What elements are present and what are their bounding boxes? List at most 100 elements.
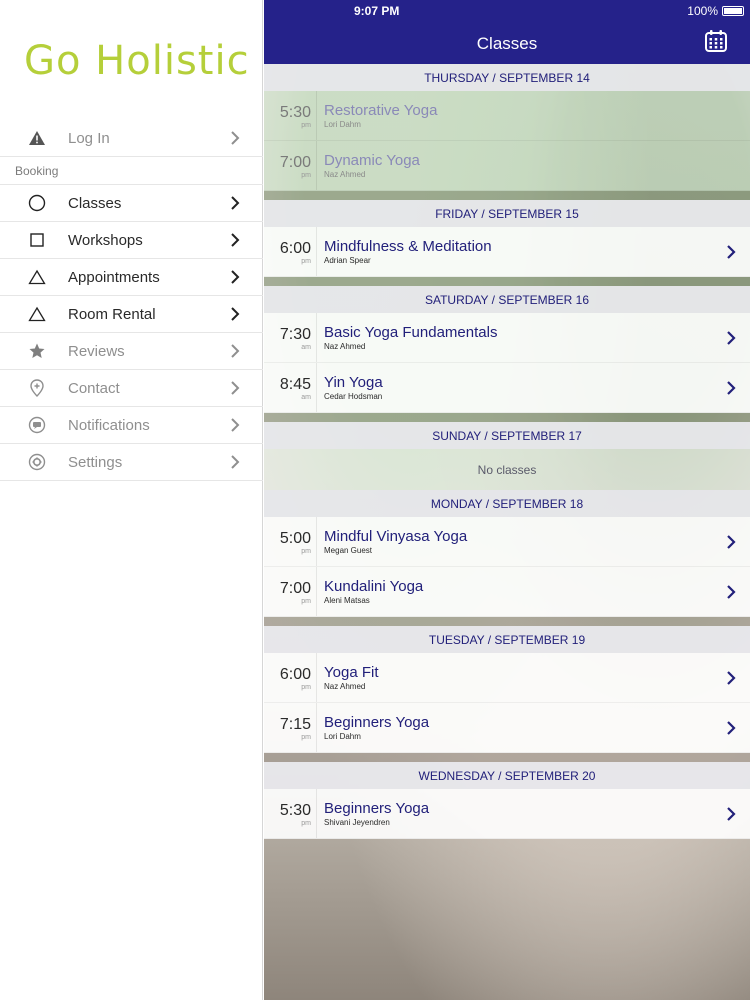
instructor-name: Shivani Jeyendren — [324, 818, 390, 827]
sidebar-item-room-rental[interactable]: Room Rental — [0, 296, 263, 333]
battery-status: 100% — [687, 4, 744, 18]
divider — [264, 413, 750, 422]
sidebar-item-label: Notifications — [68, 416, 150, 434]
day-header: SUNDAY / SEPTEMBER 17 — [264, 422, 750, 449]
class-name: Mindful Vinyasa Yoga — [324, 528, 468, 545]
instructor-name: Cedar Hodsman — [324, 392, 383, 401]
chevron-right-icon — [231, 233, 240, 247]
class-row[interactable]: 7:30 am Basic Yoga Fundamentals Naz Ahmed — [264, 313, 750, 363]
class-row[interactable]: 5:00 pm Mindful Vinyasa Yoga Megan Guest — [264, 517, 750, 567]
class-ampm: am — [301, 344, 311, 351]
class-row[interactable]: 6:00 pm Mindfulness & Meditation Adrian Sp… — [264, 227, 750, 277]
class-time: 5:30 — [279, 104, 311, 121]
battery-icon — [722, 6, 744, 16]
classes-screen: 9:07 PM 100% Classes THURSDAY / SEPTEMBE… — [264, 0, 750, 1000]
instructor-name: Megan Guest — [324, 546, 373, 555]
chevron-right-icon — [727, 245, 736, 259]
sidebar-nav: Log In Booking Classes Workshops Appoint… — [0, 120, 263, 481]
chevron-right-icon — [727, 671, 736, 685]
class-name: Beginners Yoga — [324, 714, 430, 731]
chevron-right-icon — [231, 196, 240, 210]
class-name: Kundalini Yoga — [324, 578, 424, 595]
star-icon — [27, 341, 47, 361]
class-schedule-list: THURSDAY / SEPTEMBER 14 5:30 pm Restorati… — [264, 64, 750, 839]
warning-icon — [27, 128, 47, 148]
triangle-icon — [27, 267, 47, 287]
day-header: MONDAY / SEPTEMBER 18 — [264, 490, 750, 517]
chevron-right-icon — [727, 381, 736, 395]
class-name: Basic Yoga Fundamentals — [324, 324, 498, 341]
sidebar-item-reviews[interactable]: Reviews — [0, 333, 263, 370]
sidebar-item-classes[interactable]: Classes — [0, 185, 263, 222]
class-name: Yoga Fit — [324, 664, 379, 681]
instructor-name: Lori Dahm — [324, 120, 361, 129]
chevron-right-icon — [231, 307, 240, 321]
class-row[interactable]: 5:30 pm Restorative Yoga Lori Dahm — [264, 91, 750, 141]
class-name: Mindfulness & Meditation — [324, 238, 492, 255]
gear-icon — [27, 452, 47, 472]
class-time: 5:30 — [279, 802, 311, 819]
sidebar-item-label: Workshops — [68, 231, 143, 249]
page-title: Classes — [476, 34, 538, 53]
class-ampm: am — [301, 394, 311, 401]
sidebar-item-label: Contact — [68, 379, 120, 397]
chevron-right-icon — [727, 585, 736, 599]
day-header: WEDNESDAY / SEPTEMBER 20 — [264, 762, 750, 789]
class-time: 7:30 — [279, 326, 311, 343]
class-name: Dynamic Yoga — [324, 152, 420, 169]
sidebar-item-label: Appointments — [68, 268, 160, 286]
class-row[interactable]: 7:00 pm Dynamic Yoga Naz Ahmed — [264, 141, 750, 191]
class-row[interactable]: 6:00 pm Yoga Fit Naz Ahmed — [264, 653, 750, 703]
sidebar-item-login[interactable]: Log In — [0, 120, 263, 157]
class-row[interactable]: 7:15 pm Beginners Yoga Lori Dahm — [264, 703, 750, 753]
instructor-name: Naz Ahmed — [324, 682, 366, 691]
circle-icon — [27, 193, 47, 213]
chevron-right-icon — [231, 270, 240, 284]
chevron-right-icon — [727, 535, 736, 549]
location-pin-icon — [27, 378, 47, 398]
instructor-name: Naz Ahmed — [324, 342, 366, 351]
class-name: Restorative Yoga — [324, 102, 438, 119]
instructor-name: Lori Dahm — [324, 732, 361, 741]
class-name: Yin Yoga — [324, 374, 383, 391]
square-icon — [27, 230, 47, 250]
chevron-right-icon — [727, 331, 736, 345]
day-header: SATURDAY / SEPTEMBER 16 — [264, 286, 750, 313]
sidebar-item-workshops[interactable]: Workshops — [0, 222, 263, 259]
sidebar-item-settings[interactable]: Settings — [0, 444, 263, 481]
class-ampm: pm — [301, 122, 311, 129]
class-ampm: pm — [301, 820, 311, 827]
sidebar-item-label: Log In — [68, 129, 110, 147]
day-header: TUESDAY / SEPTEMBER 19 — [264, 626, 750, 653]
section-label-booking: Booking — [0, 157, 263, 185]
chevron-right-icon — [231, 455, 240, 469]
class-time: 8:45 — [279, 376, 311, 393]
sidebar-item-label: Reviews — [68, 342, 125, 360]
class-time: 7:15 — [279, 716, 311, 733]
class-row[interactable]: 7:00 pm Kundalini Yoga Aleni Matsas — [264, 567, 750, 617]
calendar-icon[interactable] — [704, 29, 728, 53]
sidebar-item-contact[interactable]: Contact — [0, 370, 263, 407]
class-row[interactable]: 5:30 pm Beginners Yoga Shivani Jeyendren — [264, 789, 750, 839]
class-row[interactable]: 8:45 am Yin Yoga Cedar Hodsman — [264, 363, 750, 413]
sidebar-item-notifications[interactable]: Notifications — [0, 407, 263, 444]
app-logo: Go Holistic — [24, 38, 250, 84]
class-ampm: pm — [301, 734, 311, 741]
class-time: 7:00 — [279, 154, 311, 171]
class-ampm: pm — [301, 258, 311, 265]
instructor-name: Naz Ahmed — [324, 170, 366, 179]
triangle-icon — [27, 304, 47, 324]
day-header: FRIDAY / SEPTEMBER 15 — [264, 200, 750, 227]
sidebar-item-label: Classes — [68, 194, 122, 212]
class-ampm: pm — [301, 598, 311, 605]
sidebar-item-appointments[interactable]: Appointments — [0, 259, 263, 296]
chevron-right-icon — [231, 381, 240, 395]
divider — [264, 617, 750, 626]
class-ampm: pm — [301, 548, 311, 555]
class-ampm: pm — [301, 684, 311, 691]
chevron-right-icon — [231, 344, 240, 358]
no-classes-message: No classes — [264, 449, 750, 490]
class-time: 5:00 — [279, 530, 311, 547]
chevron-right-icon — [231, 418, 240, 432]
chevron-right-icon — [231, 131, 240, 145]
